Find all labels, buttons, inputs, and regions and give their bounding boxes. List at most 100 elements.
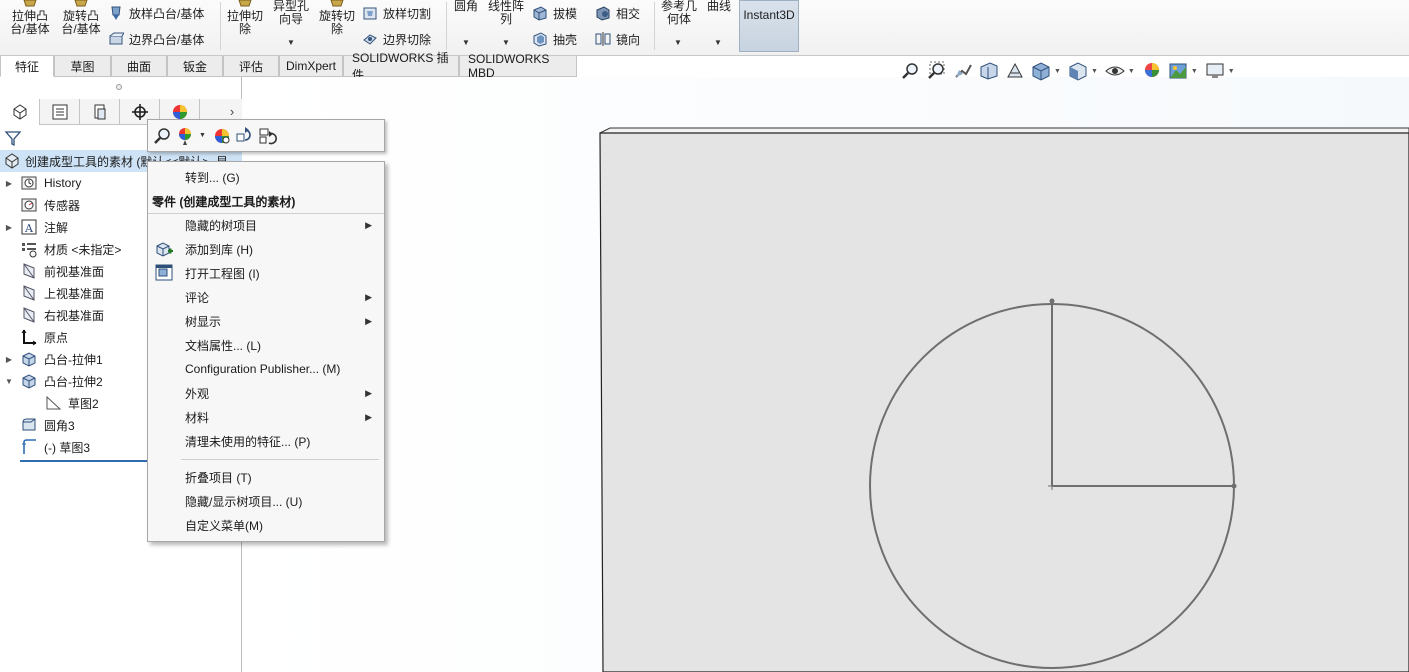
tab-label: 评估 [238, 59, 263, 74]
mirror-button[interactable]: 镜向 [595, 30, 640, 48]
draft-button[interactable]: 拔模 [532, 4, 577, 22]
menu-item-purge-unused[interactable]: 清理未使用的特征... (P) [148, 429, 384, 453]
menu-item-document-properties[interactable]: 文档属性... (L) [148, 333, 384, 357]
menu-item-hidden-tree-items[interactable]: 隐藏的树项目 ▶ [148, 213, 384, 237]
tab-evaluate[interactable]: 评估 [223, 56, 279, 77]
menu-item-material[interactable]: 材料 ▶ [148, 405, 384, 429]
model-front-face[interactable] [599, 132, 1409, 672]
tab-sketch[interactable]: 草图 [54, 56, 111, 77]
view-orientation-dropdown[interactable]: ▼ [1054, 68, 1061, 75]
sweep-boss-button[interactable]: 放样凸台/基体 [108, 4, 204, 22]
dynamic-annotation-icon[interactable] [1004, 61, 1026, 81]
tab-property-manager[interactable] [40, 99, 80, 125]
extrude-feature-icon [22, 374, 36, 389]
menu-item-add-to-library[interactable]: 添加到库 (H) [148, 237, 384, 261]
view-orientation-icon[interactable] [1030, 61, 1052, 81]
hide-show-dropdown[interactable]: ▼ [1128, 68, 1135, 75]
instant3d-button[interactable]: Instant3D [739, 0, 799, 52]
section-view-icon[interactable] [978, 61, 1000, 81]
tab-solidworks-addins[interactable]: SOLIDWORKS 插件 [343, 51, 459, 82]
tab-feature-tree[interactable] [0, 99, 40, 125]
boundary-boss-button[interactable]: 边界凸台/基体 [108, 30, 204, 48]
tab-dimxpert[interactable]: DimXpert [279, 56, 343, 77]
intersect-icon [596, 6, 610, 21]
linear-pattern-button[interactable]: 线性阵列 [484, 0, 528, 26]
zoom-to-area-icon[interactable] [926, 61, 948, 81]
edit-appearance-icon[interactable] [1141, 61, 1163, 81]
reference-geometry-dropdown[interactable]: ▼ [674, 38, 682, 47]
extrude-cut-button[interactable]: 拉伸切除 [224, 0, 266, 36]
tree-item-label: 上视基准面 [44, 286, 105, 301]
apply-scene-icon[interactable] [1167, 61, 1189, 81]
menu-item-appearance[interactable]: 外观 ▶ [148, 381, 384, 405]
reference-geometry-label: 参考几何体 [660, 0, 697, 26]
tab-sheet-metal[interactable]: 钣金 [167, 56, 223, 77]
graphics-area[interactable] [242, 77, 1409, 672]
model-view[interactable] [242, 77, 1409, 672]
menu-item-goto[interactable]: 转到... (G) [148, 165, 384, 189]
view-settings-icon[interactable] [1204, 61, 1226, 81]
expand-icon[interactable]: ▶ [4, 355, 14, 364]
tab-surfaces[interactable]: 曲面 [111, 56, 167, 77]
hole-wizard-dropdown[interactable]: ▼ [287, 38, 295, 47]
intersect-button[interactable]: 相交 [595, 4, 640, 22]
menu-item-hide-show-tree-items[interactable]: 隐藏/显示树项目... (U) [148, 489, 384, 513]
reference-geometry-button[interactable]: 参考几何体 [658, 0, 700, 26]
curves-dropdown[interactable]: ▼ [714, 38, 722, 47]
zoom-to-selection-icon[interactable] [153, 126, 173, 146]
hide-show-items-icon[interactable] [1104, 61, 1126, 81]
loft-cut-button[interactable]: 放样切割 [362, 4, 431, 22]
filter-icon[interactable] [4, 129, 22, 147]
apply-scene-dropdown[interactable]: ▼ [1191, 68, 1198, 75]
menu-item-collapse-items[interactable]: 折叠项目 (T) [148, 465, 384, 489]
appearance-icon[interactable] [176, 126, 196, 146]
tree-item-label: 凸台-拉伸2 [44, 374, 103, 389]
submenu-arrow-icon: ▶ [365, 387, 372, 398]
display-style-dropdown[interactable]: ▼ [1091, 68, 1098, 75]
linear-pattern-dropdown[interactable]: ▼ [502, 38, 510, 47]
zoom-to-fit-icon[interactable] [900, 61, 922, 81]
fillet-button[interactable]: 圆角 [450, 0, 482, 13]
menu-item-customize-menu[interactable]: 自定义菜单(M) [148, 513, 384, 537]
panel-grip[interactable] [116, 84, 122, 90]
menu-item-configuration-publisher[interactable]: Configuration Publisher... (M) [148, 357, 384, 381]
appearance-dropdown[interactable]: ▼ [199, 132, 206, 139]
revolve-cut-icon [330, 0, 344, 7]
extrude-boss-button[interactable]: 拉伸凸台/基体 [4, 0, 56, 36]
view-settings-dropdown[interactable]: ▼ [1228, 68, 1235, 75]
expand-icon[interactable]: ▶ [4, 223, 14, 232]
previous-view-icon[interactable] [952, 61, 974, 81]
tab-configuration-manager[interactable] [80, 99, 120, 125]
display-style-icon[interactable] [1067, 61, 1089, 81]
rebuild-icon[interactable] [235, 126, 255, 146]
tab-solidworks-mbd[interactable]: SOLIDWORKS MBD [459, 52, 577, 80]
boundary-cut-button[interactable]: 边界切除 [362, 30, 431, 48]
sketch-point-right[interactable] [1231, 483, 1237, 489]
menu-item-tree-display[interactable]: 树显示 ▶ [148, 309, 384, 333]
revolve-cut-button[interactable]: 旋转切除 [316, 0, 358, 36]
menu-item-open-drawing[interactable]: 打开工程图 (I) [148, 261, 384, 285]
expand-icon[interactable]: ▶ [4, 179, 14, 188]
plane-icon [23, 285, 35, 301]
tree-item-label: 前视基准面 [44, 264, 105, 279]
shell-button[interactable]: 抽壳 [532, 30, 577, 48]
edit-appearance-icon[interactable] [212, 126, 232, 146]
menu-item-comment[interactable]: 评论 ▶ [148, 285, 384, 309]
menu-item-label: 隐藏的树项目 [185, 218, 258, 233]
curves-button[interactable]: 曲线 [704, 0, 734, 13]
collapse-icon[interactable]: ▼ [4, 377, 14, 386]
fillet-dropdown[interactable]: ▼ [462, 38, 470, 47]
fillet-label: 圆角 [453, 0, 478, 13]
menu-item-label: Configuration Publisher... (M) [185, 362, 341, 376]
tab-features[interactable]: 特征 [0, 56, 54, 77]
sketch-point-top[interactable] [1049, 298, 1055, 304]
model-top-edge [599, 127, 1409, 134]
revolve-boss-button[interactable]: 旋转凸台/基体 [56, 0, 106, 36]
ribbon-separator [654, 2, 655, 50]
draft-icon [533, 6, 547, 21]
rebuild-all-icon[interactable] [258, 126, 278, 146]
sketch-icon [22, 439, 36, 454]
hole-wizard-button[interactable]: 异型孔向导 [268, 0, 314, 26]
configuration-manager-icon [94, 104, 105, 120]
submenu-arrow-icon: ▶ [365, 291, 372, 302]
